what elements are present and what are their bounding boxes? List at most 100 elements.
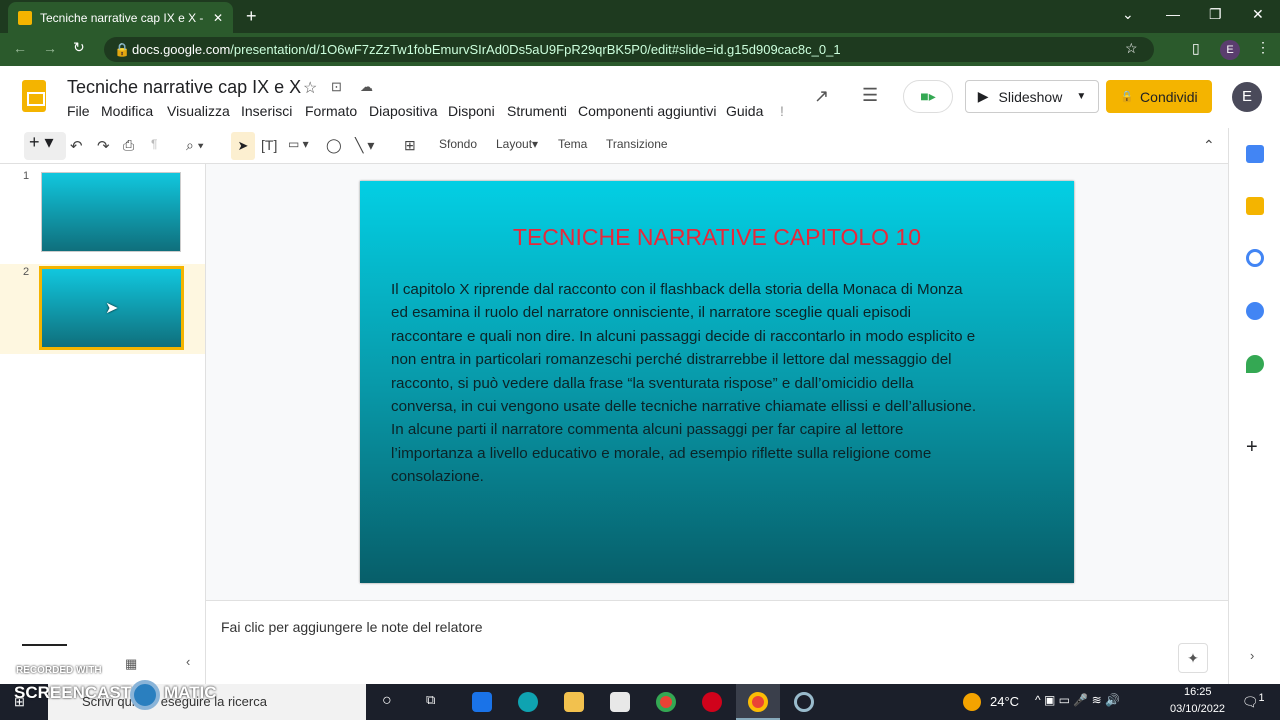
transition-button[interactable]: Transizione	[606, 137, 668, 151]
temperature[interactable]: 24°C	[990, 694, 1019, 709]
chrome-active-app[interactable]	[736, 684, 780, 720]
mail-icon[interactable]	[472, 692, 492, 712]
slide-number: 2	[23, 266, 30, 278]
calendar-icon[interactable]	[1246, 145, 1264, 163]
menu-strumenti[interactable]: Strumenti	[507, 103, 567, 119]
slide[interactable]: TECNICHE NARRATIVE CAPITOLO 10 Il capito…	[360, 181, 1074, 583]
close-tab-icon[interactable]: ✕	[213, 11, 223, 25]
explore-button[interactable]: ✦	[1178, 643, 1208, 673]
menu-formato[interactable]: Formato	[305, 103, 357, 119]
tasks-icon[interactable]	[1246, 249, 1264, 267]
weather-icon[interactable]	[963, 693, 981, 711]
account-avatar[interactable]: E	[1232, 82, 1262, 112]
grid-view-icon[interactable]: ▦	[125, 656, 137, 672]
shape-icon[interactable]: ◯	[326, 137, 342, 154]
slideshow-dropdown-icon[interactable]: ▼	[1076, 91, 1086, 102]
slideshow-button[interactable]: ▶ Slideshow ▼	[965, 80, 1099, 113]
maximize-button[interactable]: ❐	[1209, 6, 1222, 23]
expand-panel-icon[interactable]: ›	[1250, 648, 1254, 663]
collapse-filmstrip-icon[interactable]: ‹	[186, 654, 190, 669]
menu-disponi[interactable]: Disponi	[448, 103, 495, 119]
body-line: conversa, in cui vengono usate delle tec…	[391, 398, 977, 416]
cortana-icon[interactable]: ○	[382, 692, 392, 710]
star-icon[interactable]: ☆	[303, 78, 317, 98]
body-line: non entra in particolari romanzeschi per…	[391, 351, 952, 369]
menu-guida[interactable]: Guida	[726, 103, 763, 119]
comments-icon[interactable]: ☰	[862, 85, 878, 106]
menu-diapositiva[interactable]: Diapositiva	[369, 103, 437, 119]
collapse-toolbar-icon[interactable]: ⌃	[1203, 137, 1215, 154]
side-panel-icon[interactable]: ▯	[1192, 40, 1200, 57]
body-line: consolazione.	[391, 468, 484, 486]
meet-button[interactable]: ■▸	[903, 80, 953, 113]
body-line: ed esamina il ruolo del narratore onnisc…	[391, 304, 912, 322]
meet-video-icon: ■▸	[920, 88, 936, 104]
line-icon[interactable]: ╲ ▾	[355, 137, 374, 154]
chrome-icon[interactable]	[656, 692, 676, 712]
text-box-icon[interactable]: [T]	[261, 137, 277, 153]
clock-time[interactable]: 16:25	[1184, 686, 1212, 698]
cloud-saved-icon[interactable]: ☁	[360, 79, 373, 95]
body-line: raccontare e quali non dire. In alcuni p…	[391, 327, 976, 345]
store-icon[interactable]	[610, 692, 630, 712]
add-addon-icon[interactable]: +	[1246, 436, 1258, 459]
paint-format-icon[interactable]: ¶	[151, 137, 157, 151]
slide-title[interactable]: TECNICHE NARRATIVE CAPITOLO 10	[360, 224, 1074, 251]
tab-search-icon[interactable]: ⌄	[1122, 6, 1134, 23]
speaker-notes[interactable]: Fai clic per aggiungere le note del rela…	[206, 600, 1228, 684]
url-input[interactable]: 🔒 docs.google.com/presentation/d/1O6wF7zZ…	[104, 37, 1154, 62]
print-icon[interactable]: ⎙	[123, 137, 134, 154]
minimize-button[interactable]: —	[1166, 6, 1180, 22]
background-button[interactable]: Sfondo	[439, 137, 477, 151]
bookmark-star-icon[interactable]: ☆	[1125, 40, 1138, 57]
share-label: Condividi	[1140, 88, 1198, 105]
play-icon: ▶	[977, 88, 989, 104]
keep-icon[interactable]	[1246, 197, 1264, 215]
select-tool-icon[interactable]: ➤	[231, 132, 255, 160]
forward-icon[interactable]: →	[43, 40, 57, 56]
browser-menu-icon[interactable]: ⋮	[1256, 39, 1270, 56]
system-tray-icons[interactable]: ^ ▣ ▭ 🎤 ≋ 🔊	[1035, 693, 1120, 707]
close-window-button[interactable]: ✕	[1252, 6, 1264, 23]
layout-label: Layout	[496, 137, 533, 151]
slideshow-label: Slideshow	[998, 88, 1063, 105]
menu-file[interactable]: File	[67, 103, 90, 119]
opera-icon[interactable]	[702, 692, 722, 712]
slides-logo-icon[interactable]	[22, 80, 46, 112]
undo-icon[interactable]: ↶	[70, 137, 83, 155]
clock-date[interactable]: 03/10/2022	[1170, 703, 1225, 715]
document-title[interactable]: Tecniche narrative cap IX e X	[67, 77, 301, 98]
theme-button[interactable]: Tema	[558, 137, 587, 151]
screencast-icon[interactable]	[794, 692, 814, 712]
new-tab-button[interactable]: +	[246, 6, 257, 27]
back-icon[interactable]: ←	[13, 40, 27, 56]
new-slide-button[interactable]: + ▾	[24, 132, 66, 160]
file-explorer-icon[interactable]	[564, 692, 584, 712]
slides-favicon-icon	[18, 10, 32, 25]
slide-thumbnail-1[interactable]	[41, 172, 181, 252]
task-view-icon[interactable]: ⧉	[426, 692, 435, 708]
edge-icon[interactable]	[518, 692, 538, 712]
unsaved-changes-indicator[interactable]: !	[780, 103, 784, 119]
activity-trend-icon[interactable]: ↗	[814, 86, 829, 107]
screencast-logo-icon	[130, 680, 160, 710]
maps-icon[interactable]	[1246, 355, 1264, 373]
reload-icon[interactable]: ↻	[73, 39, 85, 56]
zoom-icon[interactable]: ⌕ ▾	[186, 137, 204, 154]
browser-tab[interactable]: Tecniche narrative cap IX e X - Pr ✕	[8, 2, 233, 33]
slide-body[interactable]: Il capitolo X riprende dal racconto con …	[391, 278, 1051, 489]
redo-icon[interactable]: ↷	[97, 137, 110, 155]
move-folder-icon[interactable]: ⊡	[331, 79, 342, 95]
layout-button[interactable]: Layout▾	[496, 137, 538, 151]
menu-componenti-aggiuntivi[interactable]: Componenti aggiuntivi	[578, 103, 717, 119]
notifications-icon[interactable]: 🗨1	[1242, 692, 1265, 710]
menu-visualizza[interactable]: Visualizza	[167, 103, 230, 119]
menu-inserisci[interactable]: Inserisci	[241, 103, 292, 119]
contacts-icon[interactable]	[1246, 302, 1264, 320]
profile-avatar[interactable]: E	[1220, 40, 1240, 60]
share-button[interactable]: 🔒 Condividi	[1106, 80, 1212, 113]
add-comment-icon[interactable]: ⊞	[404, 137, 416, 154]
chrome-profile-icon	[748, 692, 768, 712]
image-icon[interactable]: ▭ ▾	[288, 137, 309, 151]
menu-modifica[interactable]: Modifica	[101, 103, 153, 119]
